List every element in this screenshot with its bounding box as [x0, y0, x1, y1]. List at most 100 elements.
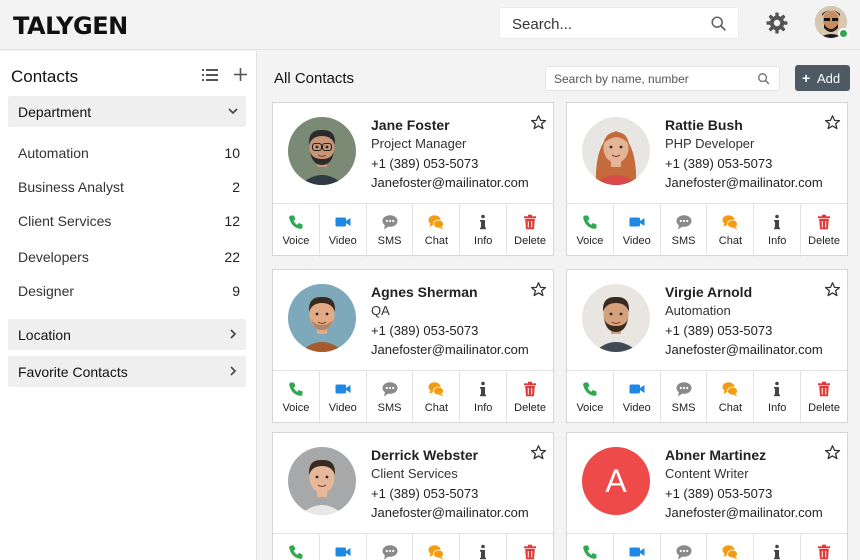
delete-button[interactable]: Delete	[507, 204, 553, 257]
contact-card[interactable]: Rattie Bush PHP Developer +1 (389) 053-5…	[566, 102, 848, 257]
contact-name[interactable]: Virgie Arnold	[665, 284, 752, 300]
voice-button[interactable]: Voice	[273, 534, 320, 560]
contact-photo[interactable]	[582, 117, 650, 185]
voice-button[interactable]: Voice	[273, 204, 320, 257]
contact-card[interactable]: Jane Foster Project Manager +1 (389) 053…	[272, 102, 554, 257]
chat-icon	[722, 545, 739, 560]
department-item-label: Business Analyst	[18, 179, 124, 195]
search-icon[interactable]	[757, 72, 771, 86]
contact-search-input[interactable]: Search by name, number	[545, 66, 780, 91]
contact-photo[interactable]	[288, 117, 356, 185]
delete-button[interactable]: Delete	[507, 534, 553, 560]
action-label: Voice	[282, 402, 310, 414]
contact-name[interactable]: Agnes Sherman	[371, 284, 478, 300]
contact-name[interactable]: Abner Martinez	[665, 447, 766, 463]
info-button[interactable]: Info	[754, 371, 802, 424]
sms-button[interactable]: SMS	[661, 534, 708, 560]
contact-initial-avatar[interactable]: A	[582, 447, 650, 515]
chat-icon	[428, 215, 445, 230]
info-button[interactable]: Info	[754, 204, 802, 257]
star-icon[interactable]	[530, 444, 547, 461]
video-button[interactable]: Video	[614, 534, 661, 560]
list-view-icon[interactable]	[202, 68, 218, 82]
star-icon[interactable]	[530, 281, 547, 298]
chat-button[interactable]: Chat	[707, 534, 755, 560]
contact-name[interactable]: Rattie Bush	[665, 117, 743, 133]
department-item-count: 2	[232, 179, 240, 195]
star-icon[interactable]	[824, 444, 841, 461]
department-item-client-services[interactable]: Client Services 12	[18, 213, 240, 233]
video-button[interactable]: Video	[320, 534, 367, 560]
department-item-designer[interactable]: Designer 9	[18, 283, 240, 303]
chat-button[interactable]: Chat	[413, 371, 461, 424]
action-label: Chat	[424, 402, 449, 414]
global-search-placeholder: Search...	[512, 16, 573, 33]
contact-role: Content Writer	[665, 466, 749, 481]
action-label: Info	[474, 235, 493, 247]
department-section-header[interactable]: Department	[8, 96, 246, 127]
talygen-logo[interactable]: TALYGEN	[13, 12, 128, 40]
info-button[interactable]: Info	[460, 204, 508, 257]
info-button[interactable]: Info	[460, 371, 508, 424]
action-label: Info	[768, 235, 787, 247]
location-section-header[interactable]: Location	[8, 319, 246, 350]
action-label: SMS	[671, 235, 696, 247]
contact-card[interactable]: Virgie Arnold Automation +1 (389) 053-50…	[566, 269, 848, 424]
action-label: Delete	[514, 235, 546, 247]
chat-button[interactable]: Chat	[707, 371, 755, 424]
delete-button[interactable]: Delete	[801, 371, 847, 424]
action-label: Video	[622, 402, 651, 414]
department-item-automation[interactable]: Automation 10	[18, 145, 240, 165]
star-icon[interactable]	[530, 114, 547, 131]
video-icon	[335, 547, 351, 557]
sms-button[interactable]: SMS	[367, 371, 414, 424]
star-icon[interactable]	[824, 114, 841, 131]
add-contact-button[interactable]: + Add	[795, 65, 850, 91]
contact-card[interactable]: Agnes Sherman QA +1 (389) 053-5073 Janef…	[272, 269, 554, 424]
sms-button[interactable]: SMS	[661, 204, 708, 257]
plus-icon[interactable]	[233, 67, 248, 82]
info-button[interactable]: Info	[754, 534, 802, 560]
delete-button[interactable]: Delete	[507, 371, 553, 424]
video-button[interactable]: Video	[320, 204, 367, 257]
contact-phone: +1 (389) 053-5073	[665, 323, 773, 338]
voice-button[interactable]: Voice	[567, 534, 614, 560]
contact-photo[interactable]	[288, 284, 356, 352]
contact-actions-bar: Voice Video SMS Chat Info Delete	[567, 370, 847, 424]
voice-button[interactable]: Voice	[273, 371, 320, 424]
delete-button[interactable]: Delete	[801, 204, 847, 257]
sms-button[interactable]: SMS	[661, 371, 708, 424]
global-search-input[interactable]: Search...	[499, 7, 739, 39]
video-icon	[629, 217, 645, 227]
contact-photo[interactable]	[582, 284, 650, 352]
info-button[interactable]: Info	[460, 534, 508, 560]
contact-card[interactable]: Derrick Webster Client Services +1 (389)…	[272, 432, 554, 560]
contact-phone: +1 (389) 053-5073	[371, 323, 479, 338]
video-button[interactable]: Video	[614, 371, 661, 424]
department-item-business-analyst[interactable]: Business Analyst 2	[18, 179, 240, 199]
chat-button[interactable]: Chat	[707, 204, 755, 257]
department-item-developers[interactable]: Developers 22	[18, 249, 240, 269]
phone-icon	[583, 545, 597, 559]
contact-name[interactable]: Jane Foster	[371, 117, 450, 133]
sms-button[interactable]: SMS	[367, 204, 414, 257]
contact-card[interactable]: A Abner Martinez Content Writer +1 (389)…	[566, 432, 848, 560]
search-icon[interactable]	[710, 15, 728, 33]
video-icon	[335, 384, 351, 394]
contact-photo[interactable]	[288, 447, 356, 515]
favorite-contacts-label: Favorite Contacts	[18, 364, 128, 380]
video-button[interactable]: Video	[320, 371, 367, 424]
voice-button[interactable]: Voice	[567, 204, 614, 257]
chat-button[interactable]: Chat	[413, 204, 461, 257]
contact-email: Janefoster@mailinator.com	[665, 342, 823, 357]
sms-button[interactable]: SMS	[367, 534, 414, 560]
chat-button[interactable]: Chat	[413, 534, 461, 560]
delete-button[interactable]: Delete	[801, 534, 847, 560]
gear-icon[interactable]	[765, 11, 789, 35]
voice-button[interactable]: Voice	[567, 371, 614, 424]
contact-name[interactable]: Derrick Webster	[371, 447, 478, 463]
star-icon[interactable]	[824, 281, 841, 298]
video-button[interactable]: Video	[614, 204, 661, 257]
trash-icon	[818, 544, 831, 560]
favorite-contacts-section-header[interactable]: Favorite Contacts	[8, 356, 246, 387]
